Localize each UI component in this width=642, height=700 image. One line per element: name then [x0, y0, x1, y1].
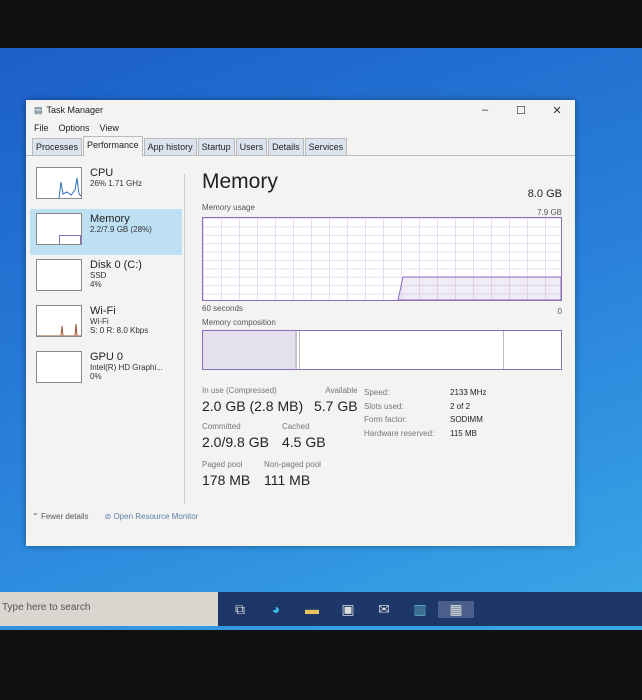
tab-app-history[interactable]: App history: [143, 138, 197, 155]
stat-in-use: In use (Compressed) 2.0 GB (2.8 MB): [202, 386, 304, 414]
sidebar-sub: S: 0 R: 8.0 Kbps: [90, 326, 149, 335]
page-title: Memory: [202, 170, 278, 193]
open-resource-monitor-link[interactable]: ⊘ Open Resource Monitor: [105, 512, 199, 521]
task-manager-window: ▤ Task Manager – ☐ ✕ File Options View P…: [26, 100, 575, 546]
hardware-info: Speed: 2133 MHz Slots used: 2 of 2 Form fa…: [364, 386, 486, 440]
sidebar-item-cpu[interactable]: CPU 26% 1.71 GHz: [30, 163, 182, 209]
stat-available: Available 5.7 GB: [314, 386, 358, 414]
memory-thumbnail-graph: [36, 213, 82, 245]
sidebar-label: Memory: [90, 213, 130, 225]
composition-label: Memory composition: [202, 318, 276, 327]
app-icon[interactable]: ▥: [402, 601, 438, 618]
edge-icon[interactable]: ◕: [258, 601, 294, 617]
menu-view[interactable]: View: [100, 123, 119, 133]
sidebar-item-gpu[interactable]: GPU 0 Intel(R) HD Graphi... 0%: [30, 347, 182, 393]
memory-panel: Memory 8.0 GB Memory usage 7.9 GB 60 sec…: [202, 170, 562, 488]
hw-row: Hardware reserved: 115 MB: [364, 428, 477, 438]
tab-processes[interactable]: Processes: [32, 138, 83, 155]
sidebar-sub: Intel(R) HD Graphi...: [90, 363, 163, 372]
sidebar-label: Wi-Fi: [90, 305, 116, 317]
task-manager-icon: ▤: [34, 104, 43, 115]
divider: [184, 174, 185, 504]
sidebar-item-wifi[interactable]: Wi-Fi Wi-Fi S: 0 R: 8.0 Kbps: [30, 301, 182, 347]
stat-cached: Cached 4.5 GB: [282, 422, 326, 450]
wifi-thumbnail-graph: [36, 305, 82, 337]
tab-performance[interactable]: Performance: [83, 136, 143, 156]
hw-row: Form factor: SODIMM: [364, 415, 483, 424]
memory-usage-graph: [202, 217, 562, 301]
sidebar-item-memory[interactable]: Memory 2.2/7.9 GB (28%): [30, 209, 182, 255]
file-explorer-icon[interactable]: ▬: [294, 601, 330, 617]
chevron-up-icon: ⌃: [32, 512, 41, 521]
sidebar-sub: SSD: [90, 271, 107, 280]
stat-committed: Committed 2.0/9.8 GB: [202, 422, 269, 450]
resource-sidebar: CPU 26% 1.71 GHz Memory 2.2/7.9 GB (28%) D…: [30, 163, 182, 393]
store-icon[interactable]: ▣: [330, 601, 366, 618]
sidebar-sub: 0%: [90, 372, 102, 381]
sidebar-label: GPU 0: [90, 351, 124, 363]
cpu-thumbnail-graph: [36, 167, 82, 199]
time-label: 60 seconds: [202, 304, 243, 313]
hw-row: Speed: 2133 MHz: [364, 388, 487, 397]
taskbar-search-input[interactable]: Type here to search: [0, 592, 218, 626]
sidebar-sub: Wi-Fi: [90, 317, 109, 326]
usage-area: [397, 276, 561, 300]
sidebar-sub: 2.2/7.9 GB (28%): [90, 225, 152, 234]
total-memory: 8.0 GB: [527, 188, 562, 200]
tab-details[interactable]: Details: [268, 138, 304, 155]
sidebar-label: CPU: [90, 167, 114, 179]
fewer-details-button[interactable]: ⌃ Fewer details: [32, 512, 89, 521]
memory-composition-bar: [202, 330, 562, 370]
task-manager-taskbar-icon[interactable]: ▦: [438, 600, 474, 618]
tab-users[interactable]: Users: [235, 138, 268, 155]
hw-row: Slots used: 2 of 2: [364, 401, 471, 411]
task-view-icon[interactable]: ⧉: [222, 601, 258, 618]
sidebar-item-disk[interactable]: Disk 0 (C:) SSD 4%: [30, 255, 182, 301]
stat-nonpaged-pool: Non-paged pool 111 MB: [264, 460, 321, 488]
sidebar-label: Disk 0 (C:): [90, 259, 142, 271]
menu-options[interactable]: Options: [59, 123, 90, 133]
menu-file[interactable]: File: [34, 123, 49, 133]
tab-startup[interactable]: Startup: [197, 138, 235, 155]
mail-icon[interactable]: ✉: [366, 601, 402, 618]
stat-paged-pool: Paged pool 178 MB: [202, 460, 251, 488]
taskbar: Type here to search ⧉ ◕ ▬ ▣ ✉ ▥ ▦: [0, 592, 642, 626]
sidebar-sub: 26% 1.71 GHz: [90, 179, 143, 188]
gpu-thumbnail-graph: [36, 351, 82, 383]
minimize-button[interactable]: –: [467, 104, 503, 117]
maximize-button[interactable]: ☐: [503, 104, 539, 117]
close-button[interactable]: ✕: [539, 104, 575, 117]
tab-services[interactable]: Services: [304, 138, 348, 155]
window-title: Task Manager: [46, 105, 104, 115]
usage-max-label: 7.9 GB: [537, 208, 562, 217]
sidebar-sub: 4%: [90, 280, 102, 289]
disk-thumbnail-graph: [36, 259, 82, 291]
zero-label: 0: [557, 307, 562, 316]
memory-usage-label: Memory usage: [202, 203, 255, 212]
